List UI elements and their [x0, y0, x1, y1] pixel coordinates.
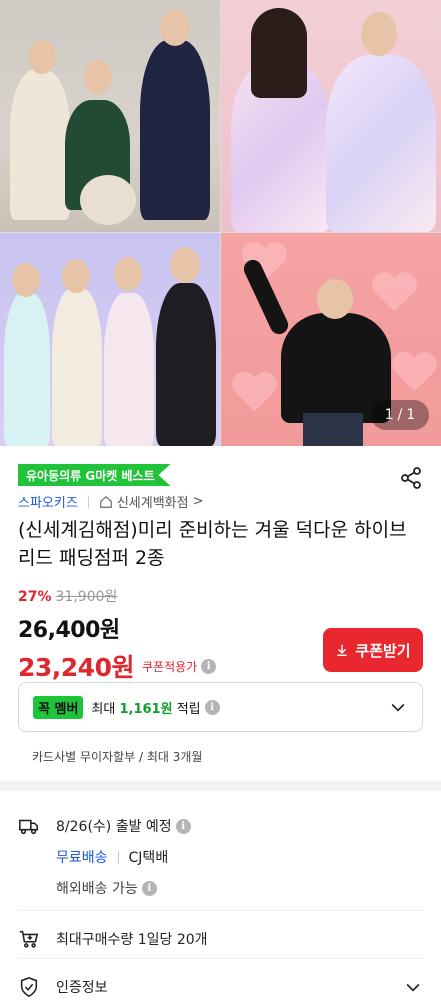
sale-price: 26,400원 — [18, 618, 120, 643]
home-icon — [99, 495, 112, 508]
shipping-date: 8/26(수) 출발 예정 — [56, 819, 172, 835]
product-photo-1 — [0, 0, 220, 232]
page-separator: / — [397, 407, 403, 423]
share-icon — [401, 467, 421, 489]
member-reward-amount: 1,161원 — [119, 701, 173, 717]
product-photo-3 — [0, 233, 220, 446]
chevron-down-icon — [391, 703, 405, 712]
original-price: 31,900원 — [55, 589, 118, 605]
brand-row: 스파오키즈 신세계백화점 > — [18, 492, 203, 511]
member-reward-text: 최대 1,161원 적립 — [91, 701, 201, 717]
get-coupon-label: 쿠폰받기 — [355, 641, 411, 660]
image-page-indicator: 1 / 1 — [371, 400, 429, 430]
section-divider — [0, 781, 441, 791]
store-arrow: > — [192, 494, 204, 509]
certification-row[interactable]: 인증정보 — [18, 976, 423, 998]
info-icon[interactable]: i — [204, 699, 220, 715]
best-badge: 유아동의류 G마켓 베스트 — [18, 464, 171, 486]
shipping-divider — [117, 850, 119, 864]
member-rewards-box[interactable]: 꼭 멤버 최대 1,161원 적립 i — [18, 682, 423, 732]
overseas-shipping: 해외배송 가능 — [56, 881, 138, 897]
member-badge: 꼭 멤버 — [33, 695, 84, 719]
page-current: 1 — [384, 407, 394, 423]
info-icon[interactable]: i — [175, 818, 191, 834]
share-button[interactable] — [399, 466, 423, 490]
chevron-down-icon — [406, 983, 420, 992]
product-image-gallery[interactable]: 1 / 1 — [0, 0, 441, 446]
coupon-price: 23,240원 — [18, 653, 134, 682]
row-divider — [18, 910, 423, 911]
shipping-date-row: 8/26(수) 출발 예정 i — [18, 815, 191, 837]
brand-divider — [87, 495, 89, 508]
price-block: 27% 31,900원 26,400원 23,240원 쿠폰적용가 i — [18, 586, 217, 684]
get-coupon-button[interactable]: 쿠폰받기 — [323, 628, 423, 672]
shipping-carrier: CJ택배 — [128, 850, 169, 866]
product-photo-2 — [221, 0, 441, 232]
discount-rate: 27% — [18, 589, 52, 605]
cart-icon — [19, 930, 39, 948]
info-icon[interactable]: i — [201, 658, 217, 674]
row-divider — [18, 958, 423, 959]
store-name: 신세계백화점 — [116, 496, 189, 511]
truck-icon — [19, 819, 39, 835]
info-icon[interactable]: i — [141, 880, 157, 896]
max-purchase-row: 최대구매수량 1일당 20개 — [18, 928, 208, 950]
certification-label: 인증정보 — [56, 980, 108, 996]
brand-link[interactable]: 스파오키즈 — [18, 492, 78, 511]
shield-check-icon — [20, 977, 38, 998]
product-title: (신세계김해점)미리 준비하는 겨울 덕다운 하이브리드 패딩점퍼 2종 — [18, 519, 407, 569]
shipping-method-row: 무료배송 CJ택배 — [56, 847, 168, 867]
overseas-shipping-row: 해외배송 가능 i — [56, 878, 157, 898]
installment-info: 카드사별 무이자할부 / 최대 3개월 — [32, 750, 203, 764]
download-icon — [337, 644, 348, 656]
page-total: 1 — [406, 407, 416, 423]
coupon-price-label: 쿠폰적용가 — [141, 659, 198, 674]
max-purchase: 최대구매수량 1일당 20개 — [56, 932, 208, 948]
store-link[interactable]: 신세계백화점 > — [99, 492, 204, 511]
free-shipping: 무료배송 — [56, 850, 108, 866]
